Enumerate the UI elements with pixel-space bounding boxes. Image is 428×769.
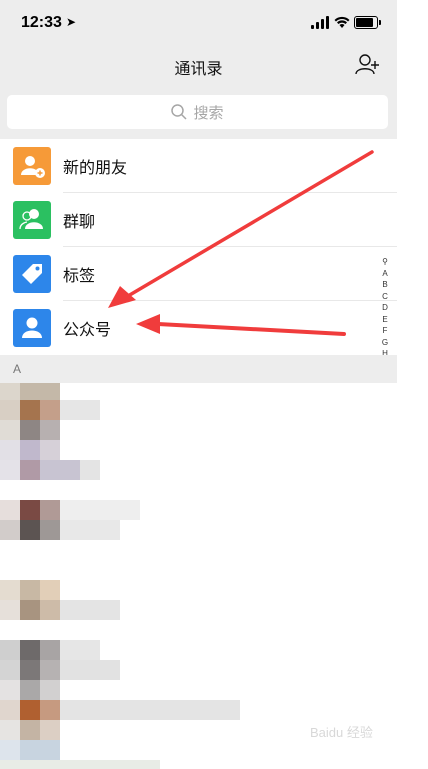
index-letter[interactable]: G [378, 337, 392, 349]
contacts-screen: 12:33 ➤ 通讯录 搜索 新的朋友 群聊 标签 公众号 ⚲ A B C D … [0, 0, 397, 769]
status-bar: 12:33 ➤ [0, 0, 397, 48]
section-header: A [0, 355, 397, 383]
new-friend-icon [13, 147, 51, 185]
signal-icon [311, 16, 331, 29]
index-letter[interactable]: D [378, 302, 392, 314]
add-contact-button[interactable] [355, 52, 381, 78]
tag-icon [13, 255, 51, 293]
wifi-icon [334, 16, 350, 32]
search-icon [171, 104, 188, 120]
search-bar[interactable]: 搜索 [7, 95, 388, 129]
index-letter[interactable]: B [378, 279, 392, 291]
menu-label: 新的朋友 [63, 160, 128, 177]
add-contact-icon [355, 54, 379, 75]
index-letter[interactable]: C [378, 291, 392, 303]
menu-label: 标签 [63, 268, 96, 285]
location-arrow-icon: ➤ [66, 15, 77, 29]
battery-tip [379, 20, 381, 25]
index-letter[interactable]: E [378, 314, 392, 326]
menu-label: 群聊 [63, 214, 96, 231]
status-time: 12:33 [21, 14, 62, 31]
menu-item-new-friends[interactable]: 新的朋友 [0, 139, 397, 193]
index-letter[interactable]: A [378, 268, 392, 280]
menu-item-tags[interactable]: 标签 [0, 247, 397, 301]
official-account-icon [13, 309, 51, 347]
index-letter[interactable]: F [378, 325, 392, 337]
page-title: 通讯录 [174, 61, 223, 78]
battery-icon [354, 16, 378, 29]
watermark: Baidu 经验 [310, 725, 373, 740]
index-search-icon[interactable]: ⚲ [378, 256, 392, 268]
menu-item-official-accounts[interactable]: 公众号 [0, 301, 397, 355]
section-letter: A [13, 362, 22, 376]
group-chat-icon [13, 201, 51, 239]
alphabet-index[interactable]: ⚲ A B C D E F G H [378, 256, 392, 360]
menu-label: 公众号 [63, 322, 112, 339]
search-placeholder: 搜索 [193, 104, 224, 122]
menu-item-group-chats[interactable]: 群聊 [0, 193, 397, 247]
